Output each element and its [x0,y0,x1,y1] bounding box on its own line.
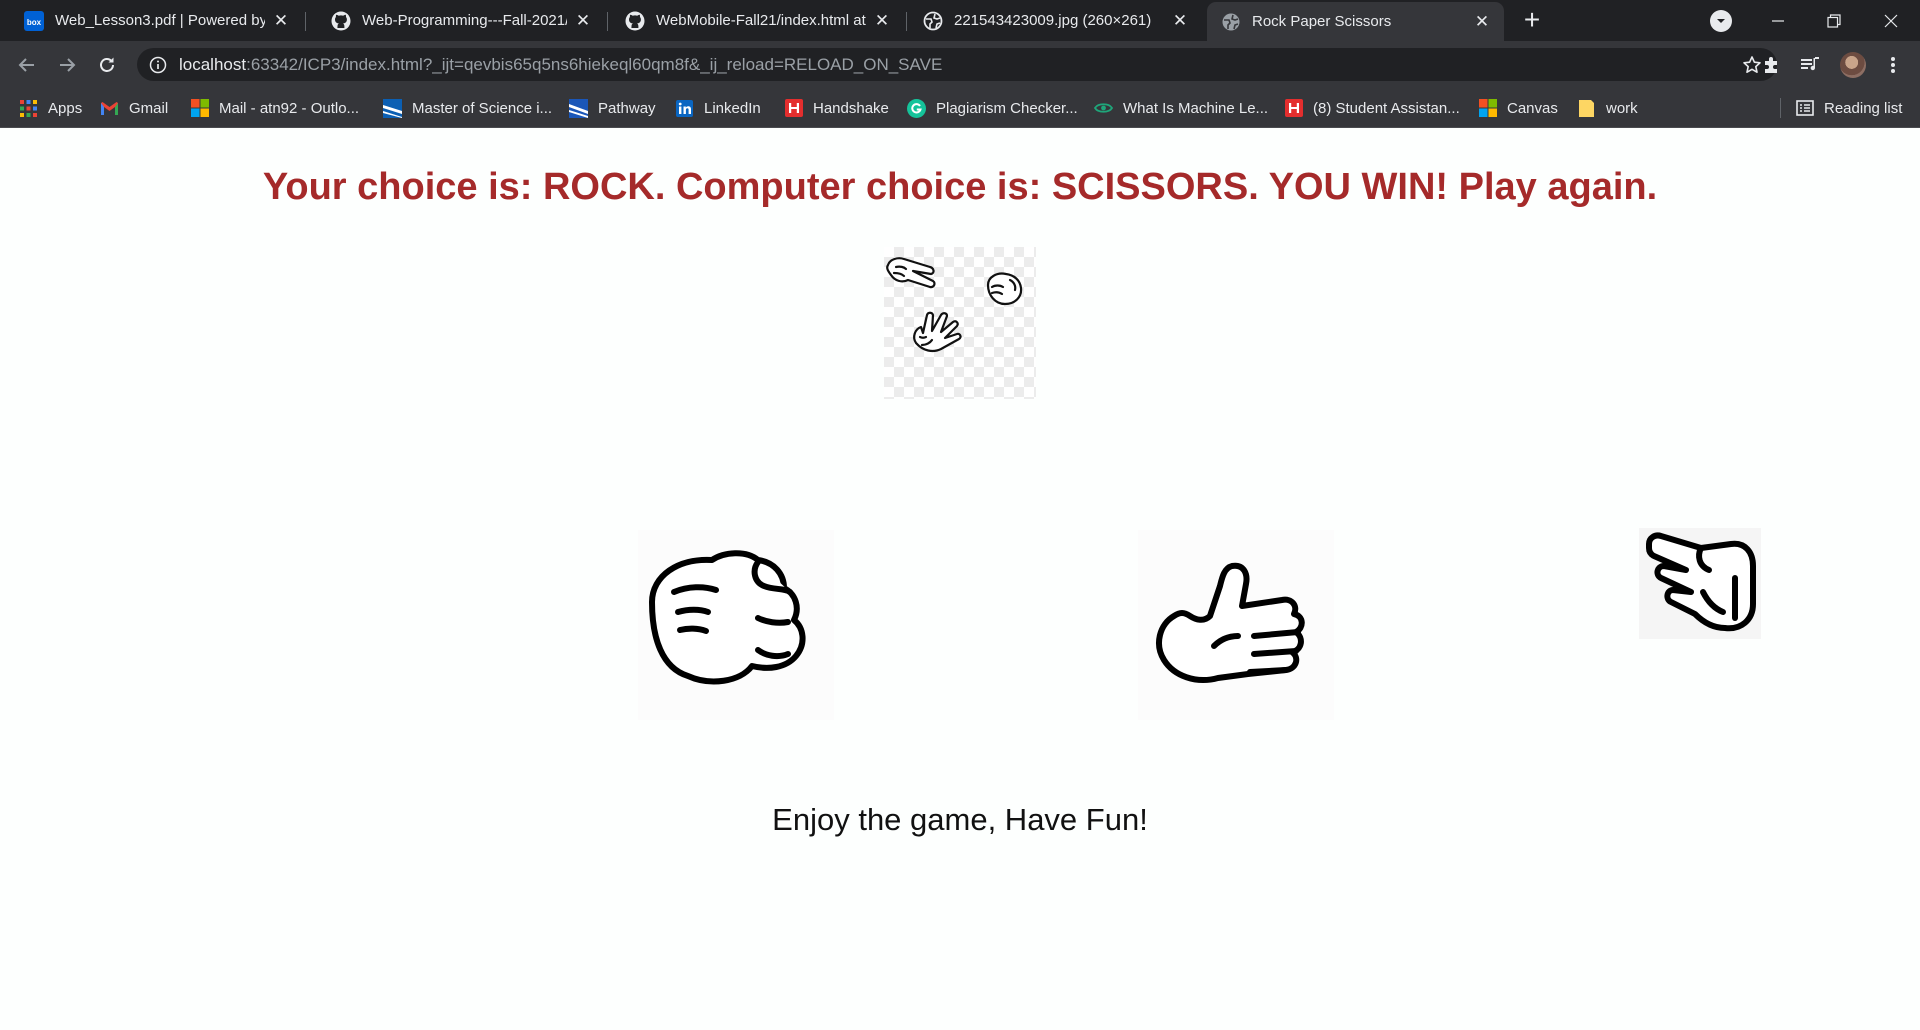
rps-hands-illustration-icon [886,257,1023,353]
bookmark-label: Pathway [598,99,656,117]
github-icon [331,11,351,31]
footer-message: Enjoy the game, Have Fun! [772,802,1148,837]
bookmark-label: LinkedIn [704,99,761,117]
bookmark-label: Mail - atn92 - Outlo... [219,99,360,117]
bookmark-label: Master of Science i... [412,99,553,117]
university-icon [383,98,402,118]
site-info-icon[interactable] [149,56,167,74]
bookmarks-divider [1780,98,1781,118]
bookmark-label: Apps [48,99,83,117]
tab-web-lesson3[interactable]: box Web_Lesson3.pdf | Powered by B ✕ [0,0,303,41]
extensions-puzzle-icon[interactable] [1759,52,1785,78]
bookmark-pathway[interactable]: Pathway [569,88,656,128]
tab-rock-paper-scissors[interactable]: Rock Paper Scissors ✕ [1207,2,1504,41]
box-icon: box [24,10,44,31]
bookmarks-bar: Apps Gmail Mail - atn92 - Outlo... Maste… [0,88,1920,128]
close-icon[interactable]: ✕ [1170,11,1190,31]
reload-icon[interactable] [92,50,122,80]
more-menu-icon[interactable] [1880,52,1906,78]
bookmark-work-folder[interactable]: work [1577,88,1638,128]
window-close-icon[interactable] [1863,0,1918,41]
apps-grid-icon [19,99,38,118]
grammarly-icon [907,98,926,118]
close-icon[interactable]: ✕ [573,11,593,31]
tab-image-jpg[interactable]: 221543423009.jpg (260×261) ✕ [899,0,1202,41]
tab-title: WebMobile-Fall21/index.html at [656,12,866,29]
microsoft-icon [190,99,209,118]
bookmark-canvas[interactable]: Canvas [1478,88,1558,128]
tab-search-chevron-icon[interactable] [1710,10,1732,32]
close-icon[interactable]: ✕ [872,11,892,31]
minimize-icon[interactable] [1750,0,1805,41]
globe-icon [923,11,943,31]
bookmark-gmail[interactable]: Gmail [100,88,168,128]
tab-webmobile[interactable]: WebMobile-Fall21/index.html at ✕ [601,0,904,41]
browser-toolbar: localhost:63342/ICP3/index.html?_ijt=qev… [0,41,1920,88]
restore-icon[interactable] [1806,0,1861,41]
paper-open-hand-icon [1156,562,1305,683]
rock-choice-button[interactable] [638,530,834,720]
bookmark-student-assistant[interactable]: (8) Student Assistan... [1284,88,1460,128]
bookmark-handshake[interactable]: Handshake [784,88,889,128]
handshake-icon [784,99,803,118]
url-host: localhost [179,54,247,74]
bookmark-label: Gmail [129,99,169,117]
close-icon[interactable]: ✕ [1472,12,1492,32]
pathway-icon [569,98,588,118]
rock-fist-icon [649,550,806,685]
paper-choice-button[interactable] [1138,530,1334,720]
url-path: :63342/ICP3/index.html?_ijt=qevbis65q5ns… [246,54,943,74]
bookmark-apps[interactable]: Apps [19,88,82,128]
folder-icon [1577,99,1596,118]
microsoft-icon [1478,99,1497,118]
tab-title: 221543423009.jpg (260×261) [954,12,1152,29]
bookmark-linkedin[interactable]: LinkedIn [675,88,761,128]
bookmark-master-of-science[interactable]: Master of Science i... [383,88,552,128]
github-icon [625,11,645,31]
bookmark-outlook-mail[interactable]: Mail - atn92 - Outlo... [190,88,359,128]
bookmark-plagiarism-checker[interactable]: Plagiarism Checker... [907,88,1078,128]
tab-separator [305,12,306,31]
address-bar[interactable]: localhost:63342/ICP3/index.html?_ijt=qev… [137,48,1777,81]
tab-strip: box Web_Lesson3.pdf | Powered by B ✕ Web… [0,0,1920,41]
result-message: Your choice is: ROCK. Computer choice is… [262,166,1658,208]
svg-text:box: box [27,18,42,27]
bookmark-label: Handshake [813,99,889,117]
tab-title: Web_Lesson3.pdf | Powered by B [55,12,265,29]
media-queue-icon[interactable] [1797,52,1823,78]
scissors-hand-icon [1646,532,1756,632]
close-icon[interactable]: ✕ [271,11,291,31]
reading-list-label: Reading list [1824,99,1903,117]
scissors-choice-button[interactable] [1639,528,1761,639]
bookmark-label: (8) Student Assistan... [1313,99,1460,117]
handshake-icon [1284,99,1303,118]
profile-avatar[interactable] [1840,52,1866,78]
forward-arrow-icon[interactable] [52,50,82,80]
tab-web-programming[interactable]: Web-Programming---Fall-2021/I ✕ [307,0,605,41]
bookmark-label: Canvas [1507,99,1558,117]
tab-title: Rock Paper Scissors [1252,13,1392,30]
gmail-icon [100,99,119,118]
globe-icon [1221,12,1241,32]
linkedin-icon [675,99,694,118]
bookmark-label: work [1606,99,1638,117]
bookmark-label: What Is Machine Le... [1123,99,1269,117]
tab-title: Web-Programming---Fall-2021/I [362,12,567,29]
new-tab-plus-icon[interactable]: + [1518,6,1546,35]
bookmark-label: Plagiarism Checker... [936,99,1078,117]
eye-icon [1094,99,1113,118]
bookmark-machine-learning[interactable]: What Is Machine Le... [1094,88,1268,128]
reading-list-icon [1795,99,1814,118]
url-text[interactable]: localhost:63342/ICP3/index.html?_ijt=qev… [179,55,942,75]
page-content: Your choice is: ROCK. Computer choice is… [0,128,1920,1030]
back-arrow-icon[interactable] [12,50,42,80]
rps-logo-image [884,247,1036,399]
reading-list-button[interactable]: Reading list [1795,88,1902,128]
